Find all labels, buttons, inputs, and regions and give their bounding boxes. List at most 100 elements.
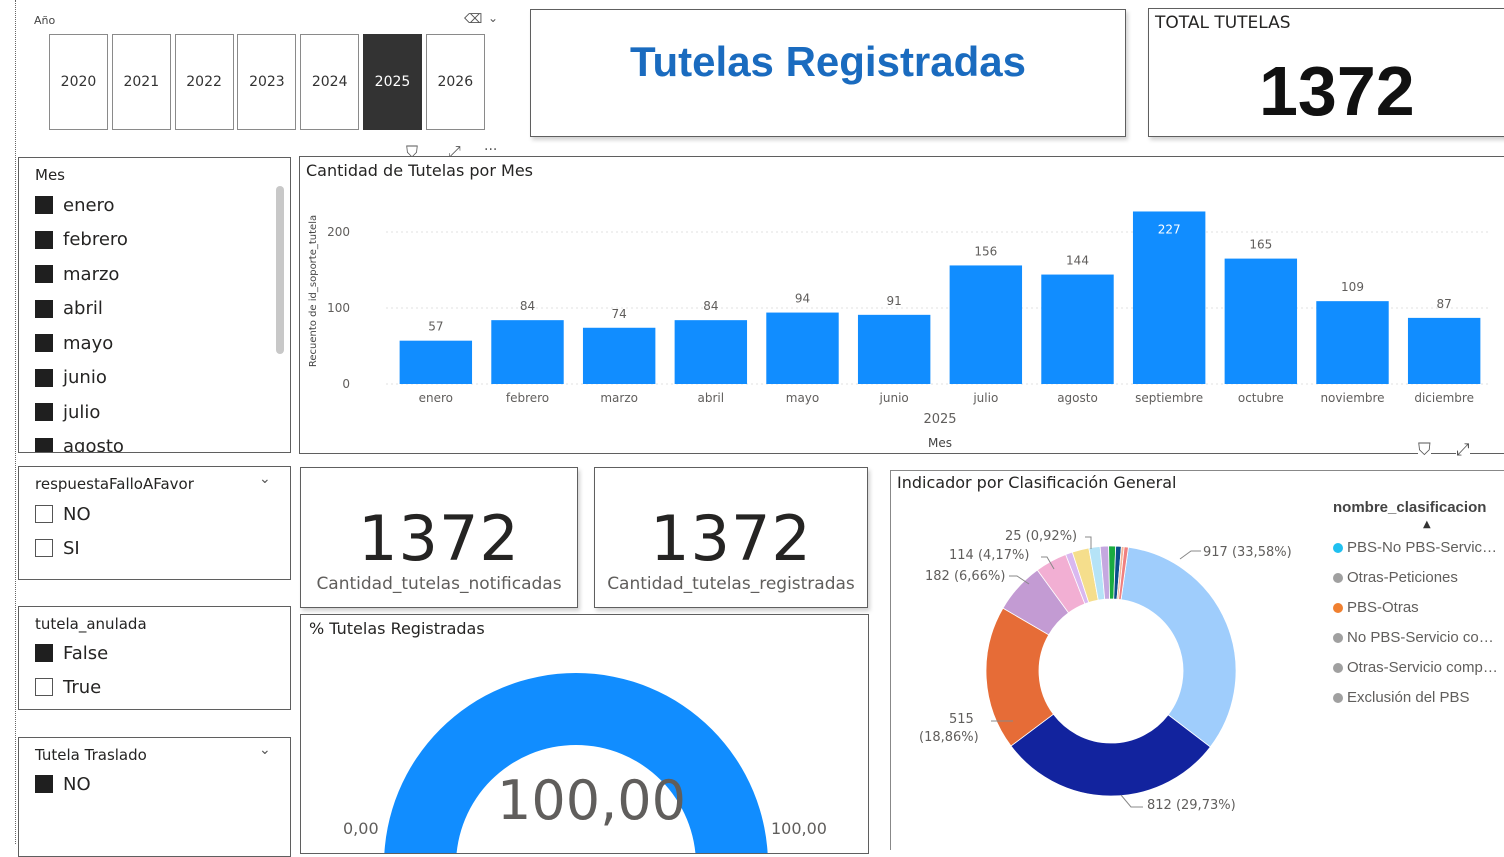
legend-item[interactable]: No PBS-Servicio co…	[1333, 629, 1494, 646]
leader-line	[1179, 550, 1201, 560]
donut-label-812: 812 (29,73%)	[1147, 798, 1236, 813]
year-button-2025[interactable]: 2025	[363, 34, 422, 130]
bar[interactable]	[582, 327, 656, 384]
x-tick-label: noviembre	[1320, 391, 1384, 405]
chevron-down-icon[interactable]: ⌄	[259, 742, 271, 758]
year-button-2022[interactable]: 2022	[174, 34, 234, 130]
checkbox[interactable]	[35, 265, 53, 283]
total-tutelas-value: 1372	[1259, 52, 1415, 130]
donut-label-25: 25 (0,92%)	[1005, 529, 1078, 544]
donut-label-917: 917 (33,58%)	[1203, 545, 1292, 560]
checkbox[interactable]	[35, 644, 53, 662]
legend-item[interactable]: Otras-Servicio comp…	[1333, 659, 1498, 676]
respuesta-item[interactable]: SI	[35, 536, 80, 560]
bar[interactable]	[1316, 301, 1389, 384]
x-tick-label: septiembre	[1135, 391, 1203, 405]
bar[interactable]	[1407, 317, 1481, 384]
year-button-2021[interactable]: 2021	[111, 34, 171, 130]
bar[interactable]	[1224, 258, 1298, 384]
checkbox[interactable]	[35, 230, 53, 249]
y-tick-label: 100	[327, 301, 350, 315]
legend-item[interactable]: PBS-No PBS-Servic…	[1333, 539, 1497, 556]
kpi-registradas-label: Cantidad_tutelas_registradas	[607, 574, 855, 594]
mes-item[interactable]: mayo	[35, 331, 113, 355]
checkbox[interactable]	[35, 678, 53, 696]
filter-icon[interactable]: ⛉	[1418, 440, 1431, 460]
checkbox[interactable]	[35, 539, 53, 557]
anulada-slicer: tutela_anulada False True	[18, 606, 291, 710]
anulada-item-label: True	[63, 676, 102, 698]
mes-item[interactable]: febrero	[35, 228, 128, 252]
chevron-down-icon[interactable]: ⌄	[259, 471, 271, 487]
x-tick-label: junio	[879, 391, 909, 405]
mes-item[interactable]: abril	[35, 297, 103, 321]
bar[interactable]	[1132, 211, 1206, 384]
bar-chart-card: Cantidad de Tutelas por Mes 0 100 200 57 ene…	[299, 156, 1504, 454]
x-tick-label: febrero	[506, 391, 549, 405]
gauge-max-label: 100,00	[771, 819, 827, 838]
kpi-notificadas-label: Cantidad_tutelas_notificadas	[316, 574, 562, 594]
gauge-card: % Tutelas Registradas 100,00 0,00 100,00	[300, 614, 869, 854]
bar[interactable]	[1041, 274, 1114, 384]
donut-card: Indicador por Clasificación General 917 …	[890, 470, 1504, 850]
checkbox[interactable]	[35, 334, 53, 352]
chevron-down-icon[interactable]: ⌄	[488, 11, 498, 25]
respuesta-item-label: SI	[63, 537, 80, 559]
year-button-2020[interactable]: 2020	[49, 34, 108, 130]
legend-item[interactable]: Exclusión del PBS	[1333, 689, 1470, 706]
bar[interactable]	[674, 320, 748, 384]
bar[interactable]	[491, 320, 564, 384]
legend-item[interactable]: Otras-Peticiones	[1333, 569, 1458, 586]
eraser-icon[interactable]: ⌫	[464, 12, 482, 27]
legend-sort-icon[interactable]: ▲	[1423, 519, 1431, 530]
data-label: 94	[795, 292, 810, 306]
donut-slice[interactable]	[1120, 546, 1237, 748]
scrollbar[interactable]	[276, 186, 284, 354]
mes-item[interactable]: junio	[35, 366, 107, 390]
bar[interactable]	[857, 314, 931, 384]
traslado-item-label: NO	[63, 773, 91, 795]
mes-item-label: marzo	[63, 263, 120, 285]
focus-mode-icon[interactable]: ⤢	[1456, 440, 1470, 460]
anulada-item[interactable]: False	[35, 641, 108, 665]
anulada-item-label: False	[63, 642, 109, 664]
respuesta-item[interactable]: NO	[35, 502, 91, 526]
year-button-2023[interactable]: 2023	[237, 34, 297, 130]
legend-item[interactable]: PBS-Otras	[1333, 599, 1419, 616]
bar[interactable]	[399, 340, 473, 384]
gauge-min-label: 0,00	[343, 819, 379, 838]
year-button-2024[interactable]: 2024	[300, 34, 360, 130]
anulada-item[interactable]: True	[35, 675, 101, 699]
mes-slicer: Mes enero febrero marzo abril mayo junio julio…	[18, 157, 291, 453]
donut-slice[interactable]	[1010, 713, 1211, 797]
total-tutelas-label: TOTAL TUTELAS	[1155, 13, 1291, 33]
mes-item-label: agosto	[63, 436, 124, 453]
year-slicer: Año ⌫ ⌄ 2020 2021 2022 2023 2024 2025 2026	[18, 8, 516, 142]
traslado-slicer-title: Tutela Traslado	[35, 746, 147, 764]
legend-dot-icon	[1333, 632, 1343, 643]
donut-chart	[985, 536, 1237, 808]
mes-item[interactable]: marzo	[35, 262, 119, 286]
y-tick-label: 0	[342, 377, 350, 391]
year-button-2026[interactable]: 2026	[425, 34, 485, 130]
x-tick-label: abril	[698, 391, 725, 405]
mes-item-label: mayo	[63, 332, 114, 354]
legend-label: PBS-No PBS-Servic…	[1347, 539, 1498, 556]
mes-item[interactable]: enero	[35, 193, 115, 217]
x-axis-title: Mes	[928, 436, 952, 450]
gauge-value: 100,00	[497, 769, 686, 832]
checkbox[interactable]	[35, 368, 53, 387]
mes-item[interactable]: julio	[35, 400, 100, 424]
checkbox[interactable]	[35, 505, 53, 523]
checkbox[interactable]	[35, 299, 53, 318]
checkbox[interactable]	[35, 437, 53, 452]
traslado-item[interactable]: NO	[35, 772, 91, 796]
bar[interactable]	[766, 312, 839, 384]
bar[interactable]	[949, 265, 1023, 384]
checkbox[interactable]	[35, 196, 53, 214]
x-tick-label: mayo	[786, 391, 820, 405]
checkbox[interactable]	[35, 403, 53, 421]
mes-item[interactable]: agosto	[35, 435, 124, 453]
checkbox[interactable]	[35, 775, 53, 793]
kpi-notificadas-value: 1372	[358, 502, 520, 575]
